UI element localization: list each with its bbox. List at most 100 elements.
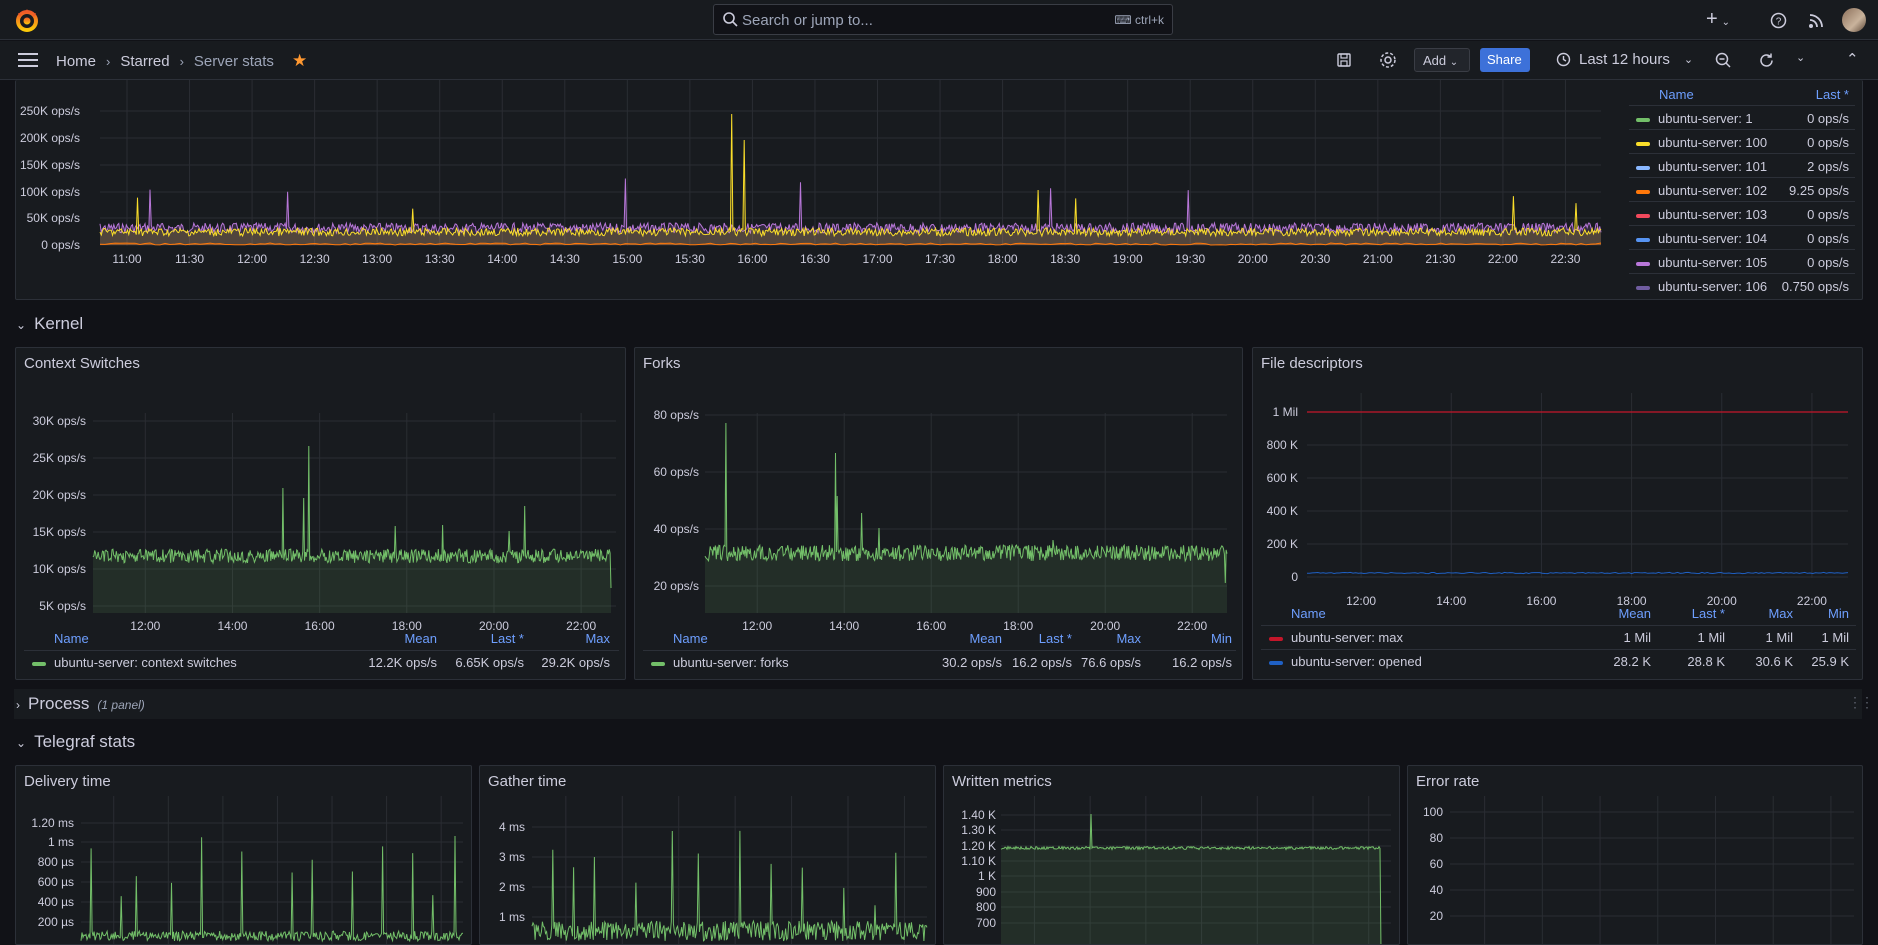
news-icon[interactable] — [1808, 12, 1825, 29]
y-tick-label: 1 K — [978, 869, 996, 883]
legend-last-value: 0.750 ops/s — [1781, 279, 1849, 294]
legend-header-name[interactable]: Name — [1659, 87, 1694, 102]
legend-item[interactable]: ubuntu-server: 100 — [1636, 135, 1767, 150]
settings-gear-icon[interactable] — [1379, 51, 1397, 69]
refresh-interval-chevron-icon[interactable]: ⌄ — [1796, 51, 1805, 64]
y-tick-label: 1.30 K — [961, 823, 996, 837]
legend-item[interactable]: ubuntu-server: 104 — [1636, 231, 1767, 246]
legend-item[interactable]: ubuntu-server: opened — [1269, 654, 1422, 669]
legend-series-name: ubuntu-server: 104 — [1658, 231, 1768, 246]
legend-header-name[interactable]: Name — [673, 631, 708, 646]
breadcrumb-current: Server stats — [193, 52, 274, 70]
legend-item[interactable]: ubuntu-server: 1 — [1636, 111, 1753, 126]
legend-item[interactable]: ubuntu-server: context switches — [32, 655, 237, 670]
legend-item[interactable]: ubuntu-server: 103 — [1636, 207, 1767, 222]
y-tick-label: 1 Mil — [1273, 405, 1298, 419]
row-process[interactable]: › Process (1 panel) — [16, 694, 145, 714]
opened-series-line — [1306, 571, 1849, 575]
legend-header-last[interactable]: Last * — [1816, 87, 1849, 102]
legend-item[interactable]: ubuntu-server: 105 — [1636, 255, 1767, 270]
series-purple-line — [99, 178, 1602, 235]
grafana-logo-icon[interactable] — [14, 7, 40, 33]
forks-panel: Forks 80 ops/s 60 ops/s 40 ops/s 20 ops/s 12… — [634, 347, 1243, 680]
y-tick-label: 1 ms — [48, 835, 74, 849]
x-tick-label: 16:00 — [737, 252, 767, 266]
time-range-label: Last 12 hours — [1579, 51, 1670, 68]
menu-toggle-icon[interactable] — [18, 53, 38, 71]
legend-divider — [1629, 201, 1855, 202]
legend-series-name: ubuntu-server: forks — [673, 655, 789, 670]
row-process-panel-count: (1 panel) — [97, 698, 145, 712]
legend-color-swatch — [1636, 213, 1650, 218]
share-button[interactable]: Share — [1480, 48, 1530, 72]
legend-series-name: ubuntu-server: 1 — [1658, 111, 1753, 126]
save-icon[interactable] — [1336, 52, 1352, 68]
refresh-icon[interactable] — [1758, 52, 1775, 69]
legend-color-swatch — [1269, 660, 1283, 665]
time-range-picker[interactable]: Last 12 hours ⌄ — [1556, 51, 1693, 68]
search-input[interactable]: Search or jump to... ⌨ ctrl+k — [713, 4, 1173, 35]
legend-header-name[interactable]: Name — [1291, 606, 1326, 621]
legend-divider — [1629, 153, 1855, 154]
legend-item[interactable]: ubuntu-server: forks — [651, 655, 789, 670]
written-metrics-panel: Written metrics 1.40 K 1.30 K 1.20 K 1.10 K… — [943, 765, 1400, 945]
y-tick-label: 600 µs — [38, 875, 74, 889]
legend-header-min[interactable]: Min — [1162, 631, 1232, 646]
row-kernel[interactable]: ⌄ Kernel — [16, 314, 83, 334]
legend-color-swatch — [1636, 261, 1650, 266]
zoom-out-icon[interactable] — [1715, 52, 1732, 69]
legend-header-name[interactable]: Name — [54, 631, 89, 646]
help-icon[interactable]: ? — [1770, 12, 1787, 29]
collapse-chevron-up-icon[interactable]: ⌃ — [1846, 50, 1859, 68]
y-tick-label: 80 — [1430, 831, 1444, 845]
user-avatar[interactable] — [1842, 8, 1866, 32]
legend-item[interactable]: ubuntu-server: 102 — [1636, 183, 1767, 198]
breadcrumb-starred[interactable]: Starred — [120, 53, 169, 70]
legend-header-last[interactable]: Last * — [454, 631, 524, 646]
drag-handle-icon[interactable]: ⋮⋮ — [1848, 694, 1874, 711]
add-button[interactable]: Add ⌄ — [1414, 48, 1470, 72]
y-tick-label: 200 K — [1267, 537, 1298, 551]
x-tick-label: 17:30 — [925, 252, 955, 266]
legend-series-name: ubuntu-server: 101 — [1658, 159, 1768, 174]
legend-header-mean[interactable]: Mean — [1581, 606, 1651, 621]
legend-min-value: 16.2 ops/s — [1172, 655, 1232, 670]
legend-header-min[interactable]: Min — [1779, 606, 1849, 621]
file-descriptors-legend: Name Mean Last * Max Min ubuntu-server: max 1 … — [1253, 598, 1862, 679]
delivery-time-series-line — [80, 835, 464, 943]
legend-divider — [643, 650, 1236, 651]
y-tick-label: 25K ops/s — [33, 451, 86, 465]
legend-item[interactable]: ubuntu-server: max — [1269, 630, 1403, 645]
legend-header-mean[interactable]: Mean — [932, 631, 1002, 646]
forks-chart: 80 ops/s60 ops/s40 ops/s20 ops/s12:00 14:… — [654, 408, 1228, 633]
y-tick-label: 1.20 K — [961, 839, 996, 853]
y-tick-label: 1 ms — [499, 910, 525, 924]
search-icon — [723, 12, 738, 27]
panel-title: File descriptors — [1261, 355, 1363, 372]
y-tick-label: 700 — [976, 916, 996, 930]
y-tick-label: 50K ops/s — [27, 211, 80, 225]
breadcrumb-home[interactable]: Home — [56, 53, 96, 70]
legend-item[interactable]: ubuntu-server: 106 — [1636, 279, 1767, 294]
legend-series-name: ubuntu-server: 100 — [1658, 135, 1768, 150]
y-tick-label: 100K ops/s — [20, 185, 80, 199]
star-icon[interactable]: ★ — [292, 51, 307, 71]
legend-item[interactable]: ubuntu-server: 101 — [1636, 159, 1767, 174]
legend-last-value: 9.25 ops/s — [1789, 183, 1849, 198]
legend-header-max[interactable]: Max — [540, 631, 610, 646]
y-tick-label: 200K ops/s — [20, 131, 80, 145]
legend-header-last[interactable]: Last * — [1655, 606, 1725, 621]
y-tick-label: 600 K — [1267, 471, 1298, 485]
new-menu-button[interactable]: + ⌄ — [1706, 8, 1730, 31]
row-telegraf-stats[interactable]: ⌄ Telegraf stats — [16, 732, 135, 752]
y-tick-label: 4 ms — [499, 820, 525, 834]
x-tick-label: 14:30 — [550, 252, 580, 266]
file-descriptors-panel: File descriptors 1 Mil 800 K 600 K 400 K 200… — [1252, 347, 1863, 680]
y-tick-label: 250K ops/s — [20, 104, 80, 118]
legend-header-mean[interactable]: Mean — [367, 631, 437, 646]
y-tick-label: 10K ops/s — [33, 562, 86, 576]
legend-header-max[interactable]: Max — [1071, 631, 1141, 646]
x-tick-label: 19:30 — [1175, 252, 1205, 266]
legend-header-last[interactable]: Last * — [1002, 631, 1072, 646]
x-tick-label: 15:00 — [612, 252, 642, 266]
